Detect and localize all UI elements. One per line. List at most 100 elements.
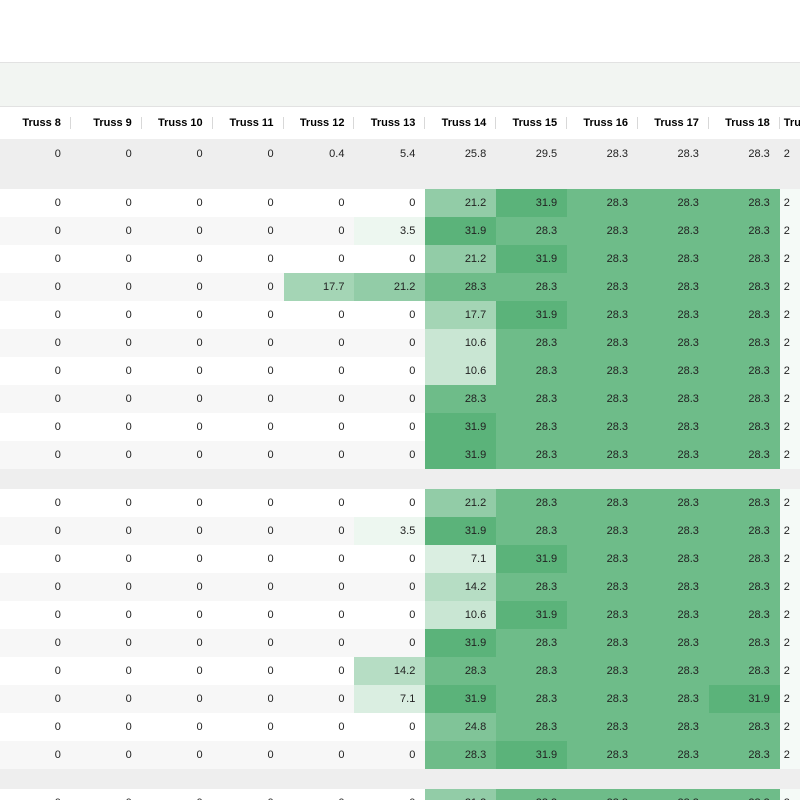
data-cell: 0 [354, 413, 425, 441]
data-cell: 0 [71, 789, 142, 800]
column-header[interactable]: Truss 18 [709, 107, 780, 139]
data-cell: 0 [213, 217, 284, 245]
data-cell: 28.3 [567, 245, 638, 273]
data-cell: 28.3 [496, 217, 567, 245]
data-cell: 31.9 [496, 245, 567, 273]
data-cell: 7.1 [425, 545, 496, 573]
column-header[interactable]: Truss 8 [0, 107, 71, 139]
data-cell: 28.3 [638, 385, 709, 413]
data-cell: 28.3 [709, 489, 780, 517]
data-cell: 0 [284, 601, 355, 629]
data-cell: 0 [71, 441, 142, 469]
row-group: 00000021.228.328.328.328.32000003.531.92… [0, 789, 800, 800]
data-cell: 21.2 [425, 789, 496, 800]
data-cell: 28.3 [638, 357, 709, 385]
column-header[interactable]: Truss 11 [213, 107, 284, 139]
data-cell: 0 [284, 713, 355, 741]
data-cell: 0 [284, 657, 355, 685]
data-cell: 0 [0, 601, 71, 629]
table-row: 000003.531.928.328.328.328.32 [0, 517, 800, 545]
data-cell: 28.3 [709, 329, 780, 357]
column-header[interactable]: Truss 15 [496, 107, 567, 139]
data-cell: 0 [284, 217, 355, 245]
summary-cell: 28.3 [709, 139, 780, 169]
table-row: 00000028.328.328.328.328.32 [0, 385, 800, 413]
column-header[interactable]: Truss 14 [425, 107, 496, 139]
table-row: 000007.131.928.328.328.331.92 [0, 685, 800, 713]
data-cell: 0 [213, 713, 284, 741]
data-cell: 0 [213, 489, 284, 517]
data-cell: 28.3 [709, 273, 780, 301]
data-cell: 0 [213, 517, 284, 545]
data-cell: 2 [780, 385, 800, 413]
data-cell: 0 [142, 629, 213, 657]
data-cell: 0 [0, 573, 71, 601]
data-cell: 28.3 [496, 657, 567, 685]
data-cell: 2 [780, 517, 800, 545]
summary-cell: 0 [142, 139, 213, 169]
column-header[interactable]: Truss 17 [638, 107, 709, 139]
data-cell: 28.3 [567, 573, 638, 601]
column-header[interactable]: Truss 10 [142, 107, 213, 139]
group-gap [0, 469, 800, 489]
data-cell: 0 [284, 385, 355, 413]
data-cell: 28.3 [567, 517, 638, 545]
data-cell: 0 [0, 273, 71, 301]
data-cell: 28.3 [638, 789, 709, 800]
data-cell: 0 [213, 329, 284, 357]
data-cell: 28.3 [638, 273, 709, 301]
data-cell: 28.3 [709, 601, 780, 629]
column-header-row: Truss 8Truss 9Truss 10Truss 11Truss 12Tr… [0, 107, 800, 139]
data-cell: 0 [71, 685, 142, 713]
data-cell: 28.3 [567, 273, 638, 301]
data-cell: 0 [142, 245, 213, 273]
data-cell: 21.2 [425, 189, 496, 217]
data-cell: 0 [354, 189, 425, 217]
table-row: 0000014.228.328.328.328.328.32 [0, 657, 800, 685]
data-cell: 0 [71, 385, 142, 413]
table-row: 00000024.828.328.328.328.32 [0, 713, 800, 741]
data-cell: 28.3 [709, 189, 780, 217]
data-cell: 0 [71, 189, 142, 217]
data-cell: 0 [284, 245, 355, 273]
data-cell: 0 [213, 685, 284, 713]
summary-cell: 28.3 [638, 139, 709, 169]
data-cell: 31.9 [425, 217, 496, 245]
data-cell: 2 [780, 329, 800, 357]
data-cell: 0 [354, 789, 425, 800]
data-cell: 0 [354, 245, 425, 273]
column-header[interactable]: Truss 12 [284, 107, 355, 139]
data-cell: 0 [71, 741, 142, 769]
data-cell: 28.3 [496, 329, 567, 357]
data-grid: Truss 8Truss 9Truss 10Truss 11Truss 12Tr… [0, 107, 800, 800]
data-cell: 31.9 [496, 301, 567, 329]
data-cell: 0 [0, 189, 71, 217]
data-cell: 0 [213, 441, 284, 469]
data-cell: 31.9 [496, 189, 567, 217]
data-cell: 21.2 [425, 245, 496, 273]
column-header[interactable]: Truss 13 [354, 107, 425, 139]
data-cell: 0 [0, 789, 71, 800]
data-cell: 0 [0, 741, 71, 769]
data-cell: 0 [71, 357, 142, 385]
table-row: 00000010.628.328.328.328.32 [0, 357, 800, 385]
data-cell: 28.3 [638, 245, 709, 273]
data-cell: 28.3 [638, 329, 709, 357]
column-header[interactable]: Truss 16 [567, 107, 638, 139]
data-cell: 28.3 [709, 441, 780, 469]
data-cell: 28.3 [638, 217, 709, 245]
data-cell: 0 [213, 657, 284, 685]
data-cell: 31.9 [496, 741, 567, 769]
summary-cell: 25.8 [425, 139, 496, 169]
data-cell: 0 [0, 517, 71, 545]
column-header[interactable]: Truss 9 [71, 107, 142, 139]
data-cell: 0 [0, 629, 71, 657]
data-cell: 28.3 [496, 357, 567, 385]
column-header[interactable]: Truss [780, 107, 800, 139]
data-cell: 3.5 [354, 217, 425, 245]
data-cell: 0 [71, 713, 142, 741]
data-cell: 28.3 [709, 301, 780, 329]
data-cell: 0 [0, 657, 71, 685]
data-cell: 0 [142, 357, 213, 385]
data-cell: 2 [780, 413, 800, 441]
